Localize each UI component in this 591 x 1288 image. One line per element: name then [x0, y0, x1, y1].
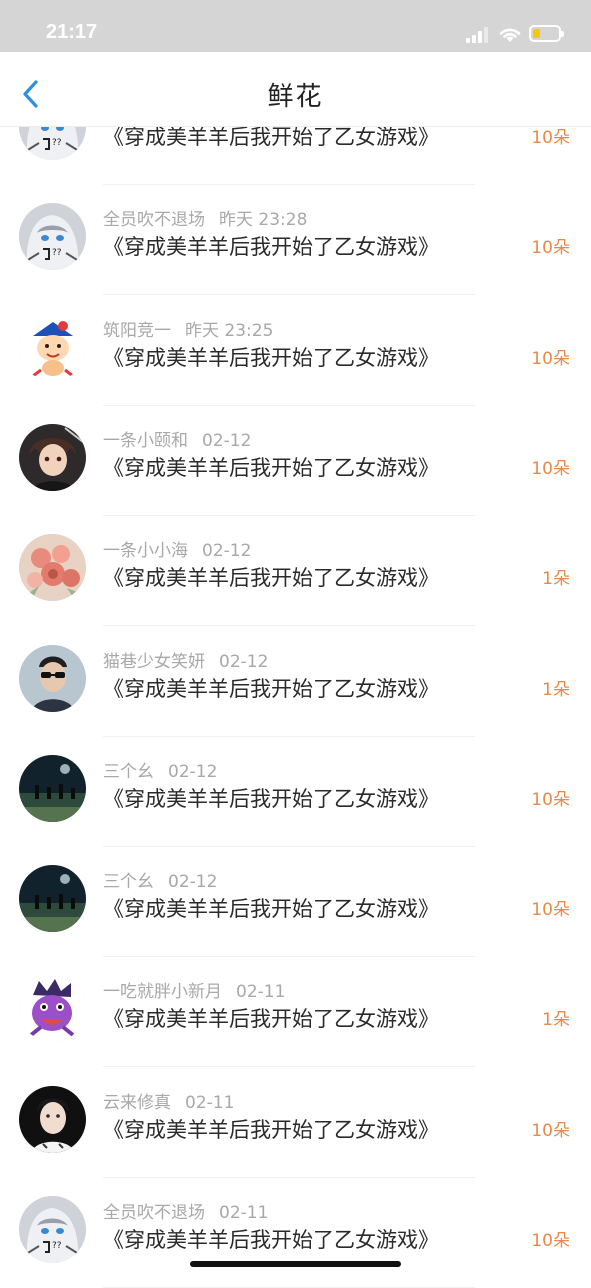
list-item[interactable]: 三个幺 02-12 《穿成美羊羊后我开始了乙女游戏》 10朵 [0, 847, 591, 958]
list-item[interactable]: 三个幺 02-12 《穿成美羊羊后我开始了乙女游戏》 10朵 [0, 737, 591, 847]
item-meta: 筑阳竞一 昨天 23:25 [103, 316, 273, 341]
book-title: 《穿成美羊羊后我开始了乙女游戏》 [103, 235, 439, 260]
username[interactable]: 云来修真 [103, 1093, 171, 1113]
item-meta: 全员吹不退场 02-11 [103, 1198, 268, 1223]
book-title: 《穿成美羊羊后我开始了乙女游戏》 [103, 455, 439, 480]
status-bar: 21:17 [0, 0, 591, 52]
list-item[interactable]: 一条小颐和 02-12 《穿成美羊羊后我开始了乙女游戏》 10朵 [0, 406, 591, 516]
flower-count: 1朵 [542, 679, 570, 700]
book-title: 《穿成美羊羊后我开始了乙女游戏》 [103, 566, 439, 591]
flower-list: ?? 《穿成美羊羊后我开始了乙女游戏》 10朵?? 全员吹不退场 昨天 23:28 《穿成… [0, 0, 591, 1288]
flower-count: 10朵 [531, 458, 570, 479]
username[interactable]: 猫巷少女笑妍 [103, 652, 205, 672]
anime-boy-avatar[interactable] [19, 423, 86, 491]
svg-text:??: ?? [52, 248, 62, 258]
timestamp: 02-12 [219, 651, 269, 672]
list-item[interactable]: ?? 全员吹不退场 昨天 23:28 《穿成美羊羊后我开始了乙女游戏》 10朵 [0, 185, 591, 296]
timestamp: 昨天 23:28 [219, 210, 308, 231]
book-title: 《穿成美羊羊后我开始了乙女游戏》 [103, 1228, 439, 1252]
battery-icon [529, 25, 564, 42]
timestamp: 02-12 [168, 872, 218, 893]
purple-monster-avatar[interactable] [19, 975, 86, 1043]
list-item[interactable]: 一吃就胖小新月 02-11 《穿成美羊羊后我开始了乙女游戏》 1朵 [0, 957, 591, 1068]
svg-text:??: ?? [52, 1241, 62, 1251]
young-man-avatar[interactable] [19, 1085, 86, 1153]
item-meta: 一条小颐和 02-12 [103, 426, 251, 451]
flower-count: 1朵 [542, 1010, 570, 1031]
username[interactable]: 筑阳竞一 [103, 321, 171, 341]
username[interactable]: 一条小小海 [103, 541, 188, 561]
book-title: 《穿成美羊羊后我开始了乙女游戏》 [103, 897, 439, 922]
book-title: 《穿成美羊羊后我开始了乙女游戏》 [103, 1007, 439, 1032]
item-meta: 全员吹不退场 昨天 23:28 [103, 205, 307, 230]
flowers-avatar[interactable] [19, 534, 86, 602]
book-title: 《穿成美羊羊后我开始了乙女游戏》 [103, 1117, 439, 1142]
item-meta: 云来修真 02-11 [103, 1088, 234, 1113]
flower-count: 10朵 [531, 348, 570, 369]
book-title: 《穿成美羊羊后我开始了乙女游戏》 [103, 786, 439, 811]
item-meta: 猫巷少女笑妍 02-12 [103, 647, 268, 672]
page-title: 鲜花 [267, 82, 324, 112]
username[interactable]: 全员吹不退场 [103, 210, 205, 230]
anime-girl-avatar[interactable]: ?? [19, 203, 86, 271]
timestamp: 02-11 [185, 1092, 235, 1113]
username[interactable]: 一条小颐和 [103, 431, 188, 451]
list-item[interactable]: 云来修真 02-11 《穿成美羊羊后我开始了乙女游戏》 10朵 [0, 1068, 591, 1178]
item-meta: 三个幺 02-12 [103, 867, 217, 892]
flower-count: 10朵 [531, 128, 570, 148]
flower-count: 10朵 [531, 1231, 570, 1251]
svg-text:??: ?? [52, 138, 62, 148]
list-item[interactable]: 筑阳竞一 昨天 23:25 《穿成美羊羊后我开始了乙女游戏》 10朵 [0, 296, 591, 406]
dark-landscape-avatar[interactable] [19, 754, 86, 822]
username[interactable]: 三个幺 [103, 762, 154, 782]
list-item[interactable]: 猫巷少女笑妍 02-12 《穿成美羊羊后我开始了乙女游戏》 1朵 [0, 627, 591, 737]
flower-count: 10朵 [531, 789, 570, 810]
signal-icon [466, 27, 488, 43]
item-meta: 一条小小海 02-12 [103, 536, 251, 561]
flower-count: 10朵 [531, 1120, 570, 1141]
wifi-icon [499, 28, 521, 42]
nav-bar: 鲜花 [0, 52, 591, 126]
flower-count: 10朵 [531, 900, 570, 921]
username[interactable]: 一吃就胖小新月 [103, 982, 222, 1002]
sunglasses-man-avatar[interactable] [19, 644, 86, 712]
dark-landscape-avatar[interactable] [19, 865, 86, 933]
list-item[interactable]: ?? 全员吹不退场 02-11 《穿成美羊羊后我开始了乙女游戏》 10朵 [0, 1178, 591, 1288]
item-meta: 一吃就胖小新月 02-11 [103, 977, 285, 1002]
book-title: 《穿成美羊羊后我开始了乙女游戏》 [103, 345, 439, 370]
username[interactable]: 全员吹不退场 [103, 1203, 205, 1223]
timestamp: 02-11 [219, 1203, 269, 1223]
flower-count: 10朵 [531, 238, 570, 259]
cartoon-baby-avatar[interactable] [19, 313, 86, 381]
item-meta: 三个幺 02-12 [103, 757, 217, 782]
timestamp: 02-12 [168, 761, 218, 782]
flower-count: 1朵 [542, 569, 570, 590]
anime-girl-avatar[interactable]: ?? [19, 1196, 86, 1263]
list-item[interactable]: 一条小小海 02-12 《穿成美羊羊后我开始了乙女游戏》 1朵 [0, 516, 591, 627]
book-title: 《穿成美羊羊后我开始了乙女游戏》 [103, 676, 439, 701]
status-time: 21:17 [46, 21, 98, 43]
home-indicator[interactable] [190, 1261, 401, 1267]
timestamp: 02-12 [202, 430, 252, 451]
username[interactable]: 三个幺 [103, 872, 154, 892]
timestamp: 02-11 [236, 982, 286, 1003]
timestamp: 昨天 23:25 [185, 320, 274, 341]
timestamp: 02-12 [202, 541, 252, 562]
